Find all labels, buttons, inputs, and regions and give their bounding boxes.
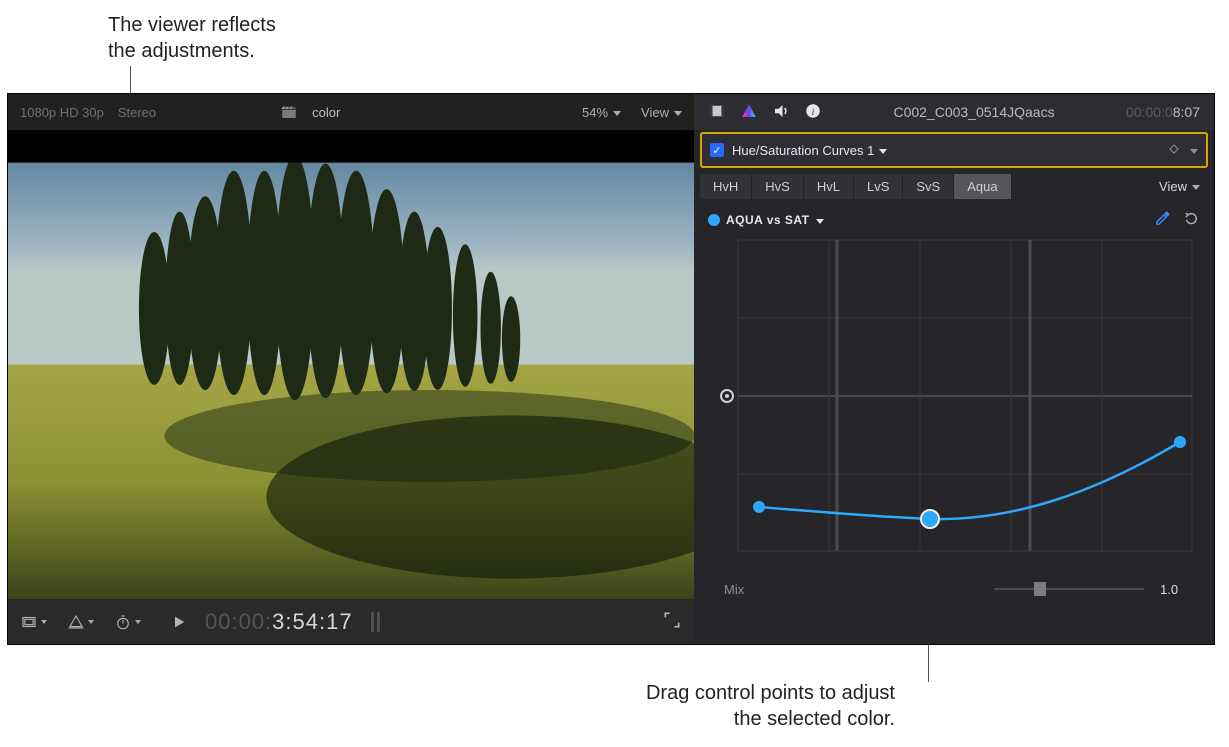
color-inspector: i C002_C003_0514JQaacs 00:00:08:07 ✓ Hue… — [694, 94, 1214, 644]
viewer-canvas[interactable] — [8, 130, 694, 599]
chevron-down-icon — [135, 620, 141, 624]
clapper-icon — [280, 100, 298, 124]
audio-label: Stereo — [118, 105, 156, 120]
color-inspector-icon[interactable] — [740, 102, 758, 123]
chevron-down-icon — [879, 149, 887, 154]
effect-enable-checkbox[interactable]: ✓ — [710, 143, 724, 157]
timecode-display[interactable]: 00:00:3:54:17 — [205, 609, 353, 635]
annotation-viewer: The viewer reflects the adjustments. — [108, 12, 276, 64]
transport-bar: 00:00:3:54:17 — [8, 599, 694, 644]
effect-name: Hue/Saturation Curves 1 — [732, 143, 874, 158]
tab-hvl[interactable]: HvL — [804, 174, 854, 199]
effect-name-dropdown[interactable]: Hue/Saturation Curves 1 — [732, 143, 887, 158]
zoom-dropdown[interactable]: 54% — [582, 105, 621, 120]
clip-timecode: 00:00:08:07 — [1126, 104, 1200, 120]
chevron-down-icon — [41, 620, 47, 624]
preview-image — [8, 130, 694, 599]
video-inspector-icon[interactable] — [708, 102, 726, 123]
audio-meter-icon — [371, 612, 380, 632]
mix-label: Mix — [724, 582, 744, 597]
clip-timecode-prefix: 00:00:0 — [1126, 104, 1173, 120]
play-button[interactable] — [171, 610, 187, 634]
chevron-down-icon — [1192, 185, 1200, 190]
mix-value[interactable]: 1.0 — [1160, 582, 1196, 597]
app-window: 1080p HD 30p Stereo color 54% View — [8, 94, 1214, 644]
timecode-value: 3:54:17 — [272, 609, 352, 634]
chevron-down-icon — [88, 620, 94, 624]
curve-title[interactable]: AQUA vs SAT — [726, 213, 810, 227]
retime-dropdown[interactable] — [114, 610, 141, 634]
tab-lvs[interactable]: LvS — [854, 174, 903, 199]
mix-row: Mix 1.0 — [694, 576, 1214, 604]
tab-hvs[interactable]: HvS — [752, 174, 804, 199]
inspector-header: i C002_C003_0514JQaacs 00:00:08:07 — [694, 94, 1214, 130]
chevron-down-icon — [613, 111, 621, 116]
viewer-header: 1080p HD 30p Stereo color 54% View — [8, 94, 694, 130]
curve-type-tabs: HvH HvS HvL LvS SvS Aqua View — [694, 172, 1214, 200]
view-label: View — [641, 105, 669, 120]
reset-icon[interactable] — [1183, 210, 1200, 230]
tab-hvh[interactable]: HvH — [700, 174, 752, 199]
zoom-value: 54% — [582, 105, 608, 120]
chevron-down-icon[interactable] — [1190, 149, 1198, 154]
format-label: 1080p HD 30p — [20, 105, 104, 120]
effect-header[interactable]: ✓ Hue/Saturation Curves 1 — [700, 132, 1208, 168]
keyframe-icon[interactable] — [1168, 143, 1180, 158]
eyedropper-icon[interactable] — [1154, 210, 1171, 230]
clip-name: C002_C003_0514JQaacs — [836, 104, 1112, 120]
curve-view-dropdown[interactable]: View — [1159, 179, 1206, 194]
info-inspector-icon[interactable]: i — [804, 102, 822, 123]
audio-inspector-icon[interactable] — [772, 102, 790, 123]
curve-editor[interactable] — [708, 238, 1200, 568]
chevron-down-icon — [674, 111, 682, 116]
fullscreen-button[interactable] — [662, 610, 682, 633]
viewer-pane: 1080p HD 30p Stereo color 54% View — [8, 94, 694, 644]
curve-view-label: View — [1159, 179, 1187, 194]
project-name: color — [312, 105, 340, 120]
slider-knob-icon[interactable] — [1034, 582, 1046, 596]
tab-aqua[interactable]: Aqua — [954, 174, 1011, 199]
chevron-down-icon[interactable] — [816, 219, 824, 224]
mix-slider[interactable] — [994, 580, 1144, 598]
annotation-controlpoints: Drag control points to adjust the select… — [555, 680, 895, 732]
tab-svs[interactable]: SvS — [903, 174, 954, 199]
clip-timecode-value: 8:07 — [1173, 104, 1200, 120]
curve-svg — [708, 238, 1200, 568]
timecode-prefix: 00:00: — [205, 609, 272, 634]
svg-text:i: i — [812, 106, 815, 117]
transform-dropdown[interactable] — [67, 610, 94, 634]
curve-color-dot — [708, 214, 720, 226]
view-dropdown[interactable]: View — [641, 105, 682, 120]
curve-label-row: AQUA vs SAT — [694, 206, 1214, 234]
overlay-dropdown[interactable] — [20, 610, 47, 634]
